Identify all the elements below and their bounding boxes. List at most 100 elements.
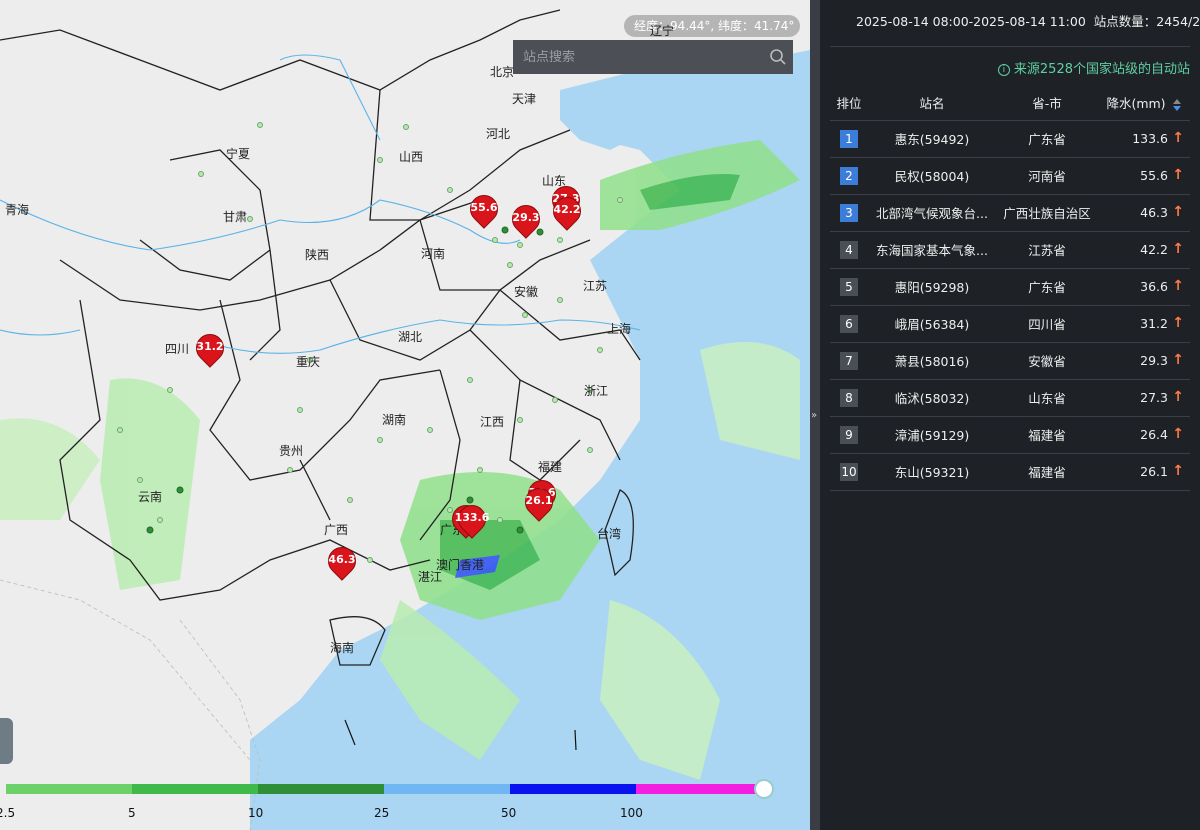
- region-name: 四川省: [996, 305, 1098, 343]
- table-row[interactable]: 8 临沭(58032) 山东省 27.3 ↑: [830, 379, 1190, 417]
- province-label: 安徽: [514, 285, 539, 299]
- expand-icon[interactable]: »: [811, 410, 817, 421]
- precip-value: 26.4: [1140, 427, 1168, 442]
- trend-up-icon: ↑: [1172, 388, 1184, 405]
- station-pin[interactable]: 42.2: [547, 191, 587, 233]
- province-label: 宁夏: [226, 147, 251, 161]
- legend-slider-handle[interactable]: [754, 779, 774, 799]
- ranking-table: 排位 站名 省-市 降水(mm) 1 惠东(59492) 广东省 133.6 ↑ 2 民权(…: [830, 86, 1190, 491]
- rank-badge: 5: [840, 277, 858, 296]
- station-count: 站点数量：2454/2528: [1093, 14, 1200, 29]
- station-name[interactable]: 北部湾气候观象台...: [868, 194, 996, 232]
- province-label: 台湾: [597, 527, 622, 541]
- province-label: 云南: [138, 490, 163, 504]
- province-label: 河北: [486, 127, 511, 141]
- rank-badge: 9: [840, 425, 858, 444]
- time-range: 2025-08-14 08:00-2025-08-14 11:00: [856, 14, 1086, 29]
- ranking-panel: 2025-08-14 08:00-2025-08-14 11:00 站点数量：2…: [820, 0, 1200, 830]
- station-name[interactable]: 峨眉(56384): [868, 305, 996, 343]
- table-row[interactable]: 4 东海国家基本气象... 江苏省 42.2 ↑: [830, 231, 1190, 269]
- region-name: 福建省: [996, 416, 1098, 454]
- station-pin[interactable]: 46.3: [322, 541, 362, 583]
- rank-badge: 7: [840, 351, 858, 370]
- province-label: 湖北: [398, 330, 423, 344]
- precip-value: 27.3: [1140, 390, 1168, 405]
- region-name: 河南省: [996, 157, 1098, 195]
- table-row[interactable]: 6 峨眉(56384) 四川省 31.2 ↑: [830, 305, 1190, 343]
- province-label: 浙江: [584, 384, 609, 398]
- station-name[interactable]: 漳浦(59129): [868, 416, 996, 454]
- trend-up-icon: ↑: [1172, 203, 1184, 220]
- region-name: 广东省: [996, 120, 1098, 158]
- table-row[interactable]: 2 民权(58004) 河南省 55.6 ↑: [830, 157, 1190, 195]
- rank-badge: 10: [840, 462, 858, 481]
- source-text: 来源2528个国家站级的自动站: [1013, 62, 1190, 77]
- station-name[interactable]: 临沭(58032): [868, 379, 996, 417]
- col-station: 站名: [868, 86, 996, 121]
- table-row[interactable]: 10 东山(59321) 福建省 26.1 ↑: [830, 453, 1190, 491]
- trend-up-icon: ↑: [1172, 314, 1184, 331]
- legend-tick: 2.5: [0, 806, 16, 820]
- precip-legend: 2.5 5 10 25 50 100: [0, 779, 774, 830]
- table-row[interactable]: 1 惠东(59492) 广东省 133.6 ↑: [830, 120, 1190, 158]
- region-name: 安徽省: [996, 342, 1098, 380]
- station-name[interactable]: 东海国家基本气象...: [868, 231, 996, 269]
- province-label: 重庆: [296, 355, 321, 369]
- legend-colorbar: [6, 784, 762, 794]
- province-label: 四川: [165, 342, 190, 356]
- station-pin[interactable]: 26.1: [519, 482, 559, 524]
- province-label: 北京: [490, 65, 515, 79]
- legend-tick: 5: [128, 806, 136, 820]
- province-label: 香港: [460, 558, 485, 572]
- info-icon: i: [997, 63, 1010, 76]
- station-name[interactable]: 惠阳(59298): [868, 268, 996, 306]
- province-label: 陕西: [305, 248, 330, 262]
- col-precip[interactable]: 降水(mm): [1098, 86, 1190, 121]
- side-toggle[interactable]: [0, 718, 13, 764]
- precip-value: 29.3: [1140, 353, 1168, 368]
- rank-badge: 4: [840, 240, 858, 259]
- trend-up-icon: ↑: [1172, 166, 1184, 183]
- station-name[interactable]: 萧县(58016): [868, 342, 996, 380]
- col-rank: 排位: [830, 86, 868, 121]
- trend-up-icon: ↑: [1172, 277, 1184, 294]
- province-label: 甘肃: [223, 210, 248, 224]
- rank-badge: 6: [840, 314, 858, 333]
- region-name: 福建省: [996, 453, 1098, 491]
- province-label: 青海: [5, 203, 30, 217]
- table-row[interactable]: 9 漳浦(59129) 福建省 26.4 ↑: [830, 416, 1190, 454]
- province-label: 贵州: [279, 444, 304, 458]
- table-row[interactable]: 7 萧县(58016) 安徽省 29.3 ↑: [830, 342, 1190, 380]
- panel-header: 2025-08-14 08:00-2025-08-14 11:00 站点数量：2…: [856, 11, 1200, 30]
- search-icon[interactable]: [763, 42, 793, 72]
- rank-badge: 2: [840, 166, 858, 185]
- station-pin[interactable]: 29.3: [506, 199, 546, 241]
- province-label: 福建: [538, 460, 563, 474]
- precip-value: 31.2: [1140, 316, 1168, 331]
- station-search-input[interactable]: [513, 49, 763, 65]
- table-row[interactable]: 3 北部湾气候观象台... 广西壮族自治区 46.3 ↑: [830, 194, 1190, 232]
- province-label: 江苏: [583, 279, 608, 293]
- station-search[interactable]: [513, 40, 793, 74]
- precip-value: 133.6: [1132, 131, 1168, 146]
- trend-up-icon: ↑: [1172, 425, 1184, 442]
- province-label: 湖南: [382, 413, 407, 427]
- rank-badge: 8: [840, 388, 858, 407]
- station-name[interactable]: 民权(58004): [868, 157, 996, 195]
- table-row[interactable]: 5 惠阳(59298) 广东省 36.6 ↑: [830, 268, 1190, 306]
- precip-value: 42.2: [1140, 242, 1168, 257]
- station-pin[interactable]: 133.6: [452, 499, 492, 541]
- station-pin[interactable]: 55.6: [464, 189, 504, 231]
- source-note: i 来源2528个国家站级的自动站: [997, 58, 1190, 77]
- rank-badge: 3: [840, 203, 858, 222]
- panel-collapse-handle[interactable]: »: [810, 0, 820, 830]
- station-name[interactable]: 东山(59321): [868, 453, 996, 491]
- precip-value: 36.6: [1140, 279, 1168, 294]
- station-pin[interactable]: 31.2: [190, 328, 230, 370]
- map-view[interactable]: 经度：94.44°, 纬度：41.74° 辽宁 北京 天津 河北 宁夏 山西 山…: [0, 0, 810, 830]
- province-label: 海南: [330, 641, 355, 655]
- station-name[interactable]: 惠东(59492): [868, 120, 996, 158]
- trend-up-icon: ↑: [1172, 351, 1184, 368]
- legend-tick: 25: [374, 806, 390, 820]
- sort-icon[interactable]: [1172, 98, 1182, 112]
